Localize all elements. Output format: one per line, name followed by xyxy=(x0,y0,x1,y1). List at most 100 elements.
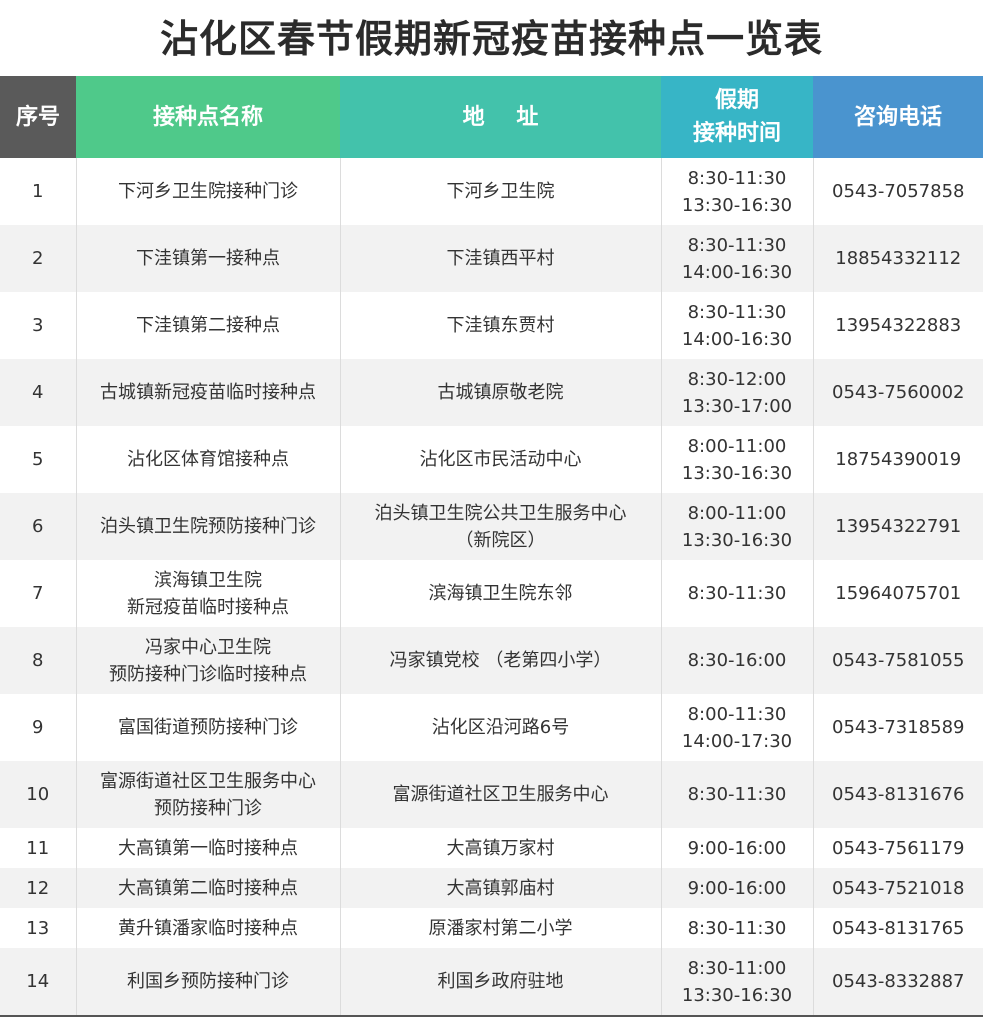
holiday-time: 8:30-11:30 14:00-16:30 xyxy=(660,225,813,292)
phone-number: 0543-7560002 xyxy=(812,359,983,426)
table-row: 5 沾化区体育馆接种点 沾化区市民活动中心 8:00-11:00 13:30-16:30… xyxy=(0,426,983,493)
phone-number: 18854332112 xyxy=(812,225,983,292)
phone-number: 0543-7561179 xyxy=(812,828,983,868)
holiday-time: 8:30-11:30 xyxy=(660,560,813,627)
site-name-line: 新冠疫苗临时接种点 xyxy=(127,596,289,618)
row-index: 6 xyxy=(0,493,76,560)
row-index: 4 xyxy=(0,359,76,426)
row-index: 11 xyxy=(0,828,76,868)
holiday-time: 8:30-11:30 xyxy=(660,908,813,948)
site-name-line: 富源街道社区卫生服务中心 xyxy=(100,770,316,792)
phone-number: 18754390019 xyxy=(812,426,983,493)
holiday-time: 8:30-16:00 xyxy=(660,627,813,694)
site-address-line: 大高镇万家村 xyxy=(446,837,555,859)
holiday-time: 8:00-11:00 13:30-16:30 xyxy=(660,426,813,493)
row-index: 2 xyxy=(0,225,76,292)
header-time-line1: 假期 xyxy=(714,88,759,113)
site-address-line: （新院区） xyxy=(455,529,546,551)
header-time-line2: 接种时间 xyxy=(692,121,781,146)
site-name-line: 大高镇第一临时接种点 xyxy=(118,837,298,859)
holiday-time-line: 8:30-11:00 xyxy=(687,957,787,979)
vaccination-sites-table: 序号 接种点名称 地 址 假期 接种时间 咨询电话 1 下河乡卫生院接种门诊 下河乡… xyxy=(0,76,983,1017)
site-address: 沾化区市民活动中心 xyxy=(339,426,661,493)
site-name: 泊头镇卫生院预防接种门诊 xyxy=(75,493,340,560)
row-index: 7 xyxy=(0,560,76,627)
holiday-time: 8:30-11:30 14:00-16:30 xyxy=(660,292,813,359)
site-address-line: 下洼镇西平村 xyxy=(446,248,555,269)
site-address: 富源街道社区卫生服务中心 xyxy=(339,761,661,828)
row-index: 12 xyxy=(0,868,76,908)
holiday-time: 9:00-16:00 xyxy=(660,868,813,908)
site-address-line: 富源街道社区卫生服务中心 xyxy=(392,784,609,805)
site-name: 下洼镇第二接种点 xyxy=(75,292,340,359)
site-name: 下洼镇第一接种点 xyxy=(75,225,340,292)
site-address-line: 滨海镇卫生院东邻 xyxy=(428,583,573,604)
holiday-time-line: 9:00-16:00 xyxy=(687,877,787,899)
holiday-time-line: 14:00-16:30 xyxy=(681,261,793,283)
site-address-line: 原潘家村第二小学 xyxy=(428,917,573,939)
table-row: 4 古城镇新冠疫苗临时接种点 古城镇原敬老院 8:30-12:00 13:30-17:0… xyxy=(0,359,983,426)
site-name-line: 黄升镇潘家临时接种点 xyxy=(118,917,298,939)
holiday-time-line: 8:30-11:30 xyxy=(687,301,787,323)
phone-number: 15964075701 xyxy=(812,560,983,627)
holiday-time-line: 8:30-16:00 xyxy=(687,650,787,671)
site-name-line: 泊头镇卫生院预防接种门诊 xyxy=(100,516,316,537)
site-address-line: 泊头镇卫生院公共卫生服务中心 xyxy=(374,502,627,524)
site-address: 下洼镇西平村 xyxy=(339,225,661,292)
site-name: 利国乡预防接种门诊 xyxy=(75,948,340,1017)
holiday-time-line: 14:00-16:30 xyxy=(681,328,793,350)
phone-number: 13954322883 xyxy=(812,292,983,359)
site-address: 大高镇郭庙村 xyxy=(339,868,661,908)
site-name-line: 下洼镇第一接种点 xyxy=(136,248,280,269)
site-name-line: 利国乡预防接种门诊 xyxy=(127,971,289,992)
site-address: 大高镇万家村 xyxy=(339,828,661,868)
site-name: 大高镇第二临时接种点 xyxy=(75,868,340,908)
site-address: 下洼镇东贾村 xyxy=(339,292,661,359)
row-index: 13 xyxy=(0,908,76,948)
row-index: 1 xyxy=(0,158,76,225)
holiday-time-line: 8:30-12:00 xyxy=(687,368,787,390)
holiday-time-line: 8:30-11:30 xyxy=(687,784,787,805)
site-name: 富国街道预防接种门诊 xyxy=(75,694,340,761)
holiday-time-line: 13:30-16:30 xyxy=(681,529,793,551)
site-name-line: 富国街道预防接种门诊 xyxy=(118,717,298,738)
holiday-time-line: 13:30-16:30 xyxy=(681,462,793,484)
table-row: 13 黄升镇潘家临时接种点 原潘家村第二小学 8:30-11:30 0543-81317… xyxy=(0,908,983,948)
page-title: 沾化区春节假期新冠疫苗接种点一览表 xyxy=(159,17,823,61)
table-row: 2 下洼镇第一接种点 下洼镇西平村 8:30-11:30 14:00-16:30 1885… xyxy=(0,225,983,292)
holiday-time: 8:00-11:30 14:00-17:30 xyxy=(660,694,813,761)
holiday-time: 8:30-12:00 13:30-17:00 xyxy=(660,359,813,426)
site-address: 泊头镇卫生院公共卫生服务中心 （新院区） xyxy=(339,493,661,560)
header-site-name: 接种点名称 xyxy=(76,76,340,158)
holiday-time-line: 8:00-11:00 xyxy=(687,502,787,524)
table-row: 11 大高镇第一临时接种点 大高镇万家村 9:00-16:00 0543-7561179 xyxy=(0,828,983,868)
header-address: 地 址 xyxy=(340,76,661,158)
site-name: 下河乡卫生院接种门诊 xyxy=(75,158,340,225)
site-name-line: 古城镇新冠疫苗临时接种点 xyxy=(100,382,316,403)
site-address: 古城镇原敬老院 xyxy=(339,359,661,426)
holiday-time-line: 8:30-11:30 xyxy=(687,234,787,256)
holiday-time: 8:30-11:30 13:30-16:30 xyxy=(660,158,813,225)
holiday-time-line: 8:30-11:30 xyxy=(687,917,787,939)
holiday-time-line: 13:30-17:00 xyxy=(681,395,793,417)
site-name-line: 滨海镇卫生院 xyxy=(154,569,262,591)
site-name-line: 冯家中心卫生院 xyxy=(145,636,271,658)
holiday-time-line: 13:30-16:30 xyxy=(681,984,793,1006)
site-address-line: 下洼镇东贾村 xyxy=(446,315,555,336)
row-index: 10 xyxy=(0,761,76,828)
table-body: 1 下河乡卫生院接种门诊 下河乡卫生院 8:30-11:30 13:30-16:30 05… xyxy=(0,158,983,1017)
site-name-line: 下洼镇第二接种点 xyxy=(136,315,280,336)
site-address-line: 沾化区市民活动中心 xyxy=(419,449,582,470)
site-name-line: 预防接种门诊临时接种点 xyxy=(109,663,307,685)
holiday-time-line: 8:30-11:30 xyxy=(687,583,787,604)
table-row: 10 富源街道社区卫生服务中心 预防接种门诊 富源街道社区卫生服务中心 8:30-11:… xyxy=(0,761,983,828)
phone-number: 0543-7521018 xyxy=(812,868,983,908)
site-name: 黄升镇潘家临时接种点 xyxy=(75,908,340,948)
site-name-line: 预防接种门诊 xyxy=(154,797,262,819)
holiday-time: 9:00-16:00 xyxy=(660,828,813,868)
vaccination-sites-page: 沾化区春节假期新冠疫苗接种点一览表 序号 接种点名称 地 址 假期 接种时间 咨… xyxy=(0,0,983,1017)
site-name-line: 大高镇第二临时接种点 xyxy=(118,877,298,899)
phone-number: 0543-8131765 xyxy=(812,908,983,948)
header-holiday-time: 假期 接种时间 xyxy=(661,76,813,158)
holiday-time-line: 8:30-11:30 xyxy=(687,167,787,189)
